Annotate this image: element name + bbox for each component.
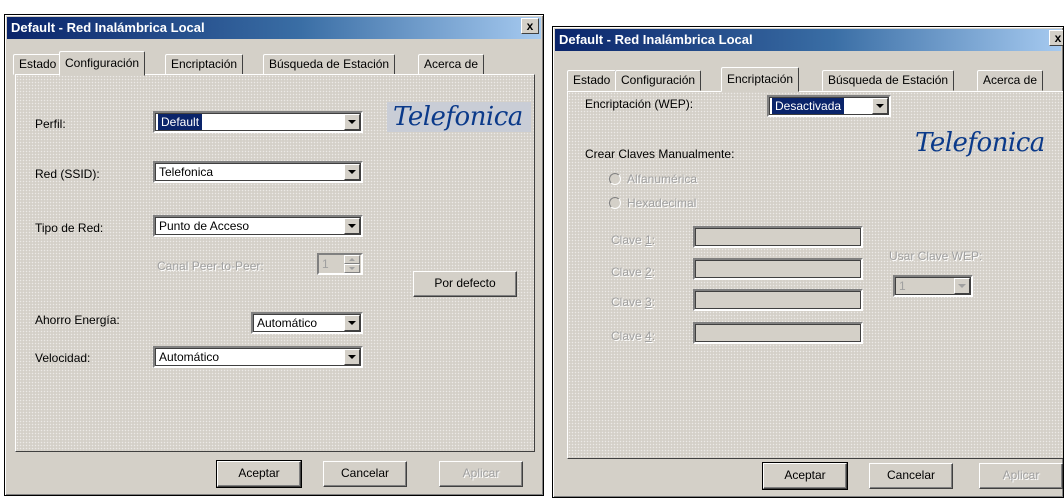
hexadecimal-radio	[609, 197, 621, 209]
velocidad-value: Automático	[159, 350, 220, 364]
usar-clave-wep-label: Usar Clave WEP:	[889, 249, 983, 263]
window-title: Default - Red Inalámbrica Local	[559, 32, 753, 47]
tab-estado[interactable]: Estado	[567, 70, 617, 91]
clave-2-input	[693, 258, 863, 280]
hexadecimal-label: Hexadecimal	[627, 196, 697, 210]
tipo-red-select[interactable]: Punto de Acceso	[153, 215, 363, 237]
velocidad-select[interactable]: Automático	[153, 346, 363, 368]
ssid-select[interactable]: Telefonica	[153, 161, 363, 183]
clave-1-label-colon: :	[651, 233, 656, 247]
wep-select[interactable]: Desactivada	[767, 95, 891, 117]
tab-encriptacion[interactable]: Encriptación	[721, 67, 800, 92]
chevron-down-icon[interactable]	[344, 218, 360, 234]
telefonica-logo: Telefonica	[387, 102, 531, 132]
clave-1-label: Clave 1:	[611, 233, 655, 247]
tab-acerca-de[interactable]: Acerca de	[418, 54, 485, 75]
cancelar-button[interactable]: Cancelar	[323, 461, 407, 487]
canal-stepper: 1	[317, 253, 363, 275]
chevron-down-icon[interactable]	[344, 164, 360, 180]
title-bar[interactable]: Default - Red Inalámbrica Local	[555, 29, 1061, 51]
ssid-label: Red (SSID):	[35, 167, 100, 181]
clave-3-label-text: Clave	[611, 295, 646, 309]
ahorro-energia-select[interactable]: Automático	[251, 312, 363, 334]
tab-encriptacion[interactable]: Encriptación	[165, 54, 244, 75]
tab-busqueda-estacion[interactable]: Búsqueda de Estación	[822, 70, 955, 91]
perfil-label: Perfil:	[35, 117, 66, 131]
clave-2-label: Clave 2:	[611, 265, 655, 279]
chevron-down-icon	[954, 278, 970, 294]
close-button[interactable]: x	[1049, 30, 1063, 46]
chevron-down-icon[interactable]	[872, 98, 888, 114]
encriptacion-dialog: Default - Red Inalámbrica Local x Estado…	[552, 26, 1064, 498]
window-title: Default - Red Inalámbrica Local	[11, 20, 205, 35]
clave-4-label-text: Clave	[611, 329, 646, 343]
clave-1-label-text: Clave	[611, 233, 646, 247]
clave-4-label-key: 4	[645, 329, 652, 343]
chevron-down-icon[interactable]	[344, 114, 360, 130]
clave-1-input	[693, 226, 863, 248]
velocidad-label: Velocidad:	[35, 351, 91, 365]
tab-acerca-de[interactable]: Acerca de	[977, 70, 1044, 91]
perfil-select[interactable]: Default	[153, 111, 363, 133]
usar-clave-wep-value: 1	[899, 279, 906, 293]
aceptar-button[interactable]: Aceptar	[762, 462, 848, 490]
tipo-red-label: Tipo de Red:	[35, 221, 104, 235]
usar-clave-wep-select: 1	[893, 275, 973, 297]
alfanumerica-label: Alfanumérica	[627, 172, 698, 186]
canal-label: Canal Peer-to-Peer:	[157, 259, 264, 273]
wep-value: Desactivada	[772, 98, 845, 114]
clave-4-label: Clave 4:	[611, 329, 655, 343]
clave-3-input	[693, 289, 863, 311]
cancelar-button[interactable]: Cancelar	[869, 463, 953, 489]
clave-3-label: Clave 3:	[611, 295, 655, 309]
perfil-value: Default	[158, 114, 203, 130]
chevron-down-icon[interactable]	[344, 349, 360, 365]
clave-4-input	[693, 322, 863, 344]
ssid-value: Telefonica	[159, 165, 214, 179]
title-bar[interactable]: Default - Red Inalámbrica Local	[7, 17, 541, 39]
crear-claves-label: Crear Claves Manualmente:	[585, 147, 735, 161]
config-dialog: Default - Red Inalámbrica Local x Estado…	[4, 14, 544, 496]
clave-3-label-colon: :	[651, 295, 656, 309]
close-button[interactable]: x	[521, 18, 539, 34]
tab-configuracion[interactable]: Configuración	[615, 70, 702, 91]
spin-up-icon	[344, 255, 360, 264]
clave-2-label-colon: :	[651, 265, 656, 279]
tipo-red-value: Punto de Acceso	[159, 219, 250, 233]
tab-estado[interactable]: Estado	[13, 54, 63, 75]
canal-value: 1	[322, 257, 329, 271]
ahorro-energia-label: Ahorro Energía:	[35, 313, 120, 327]
clave-3-label-key: 3	[645, 295, 652, 309]
alfanumerica-radio	[609, 173, 621, 185]
clave-4-label-colon: :	[651, 329, 656, 343]
chevron-down-icon[interactable]	[344, 315, 360, 331]
spin-down-icon	[344, 264, 360, 273]
tab-busqueda-estacion[interactable]: Búsqueda de Estación	[263, 54, 396, 75]
aplicar-button: Aplicar	[979, 463, 1063, 489]
por-defecto-button[interactable]: Por defecto	[413, 271, 517, 297]
aplicar-button: Aplicar	[439, 461, 523, 487]
aceptar-button[interactable]: Aceptar	[216, 460, 302, 488]
clave-2-label-key: 2	[645, 265, 652, 279]
ahorro-energia-value: Automático	[257, 316, 318, 330]
wep-label: Encriptación (WEP):	[585, 97, 694, 111]
clave-1-label-key: 1	[645, 233, 652, 247]
clave-2-label-text: Clave	[611, 265, 646, 279]
telefonica-logo: Telefonica	[915, 128, 1045, 158]
tab-configuracion[interactable]: Configuración	[59, 51, 146, 76]
